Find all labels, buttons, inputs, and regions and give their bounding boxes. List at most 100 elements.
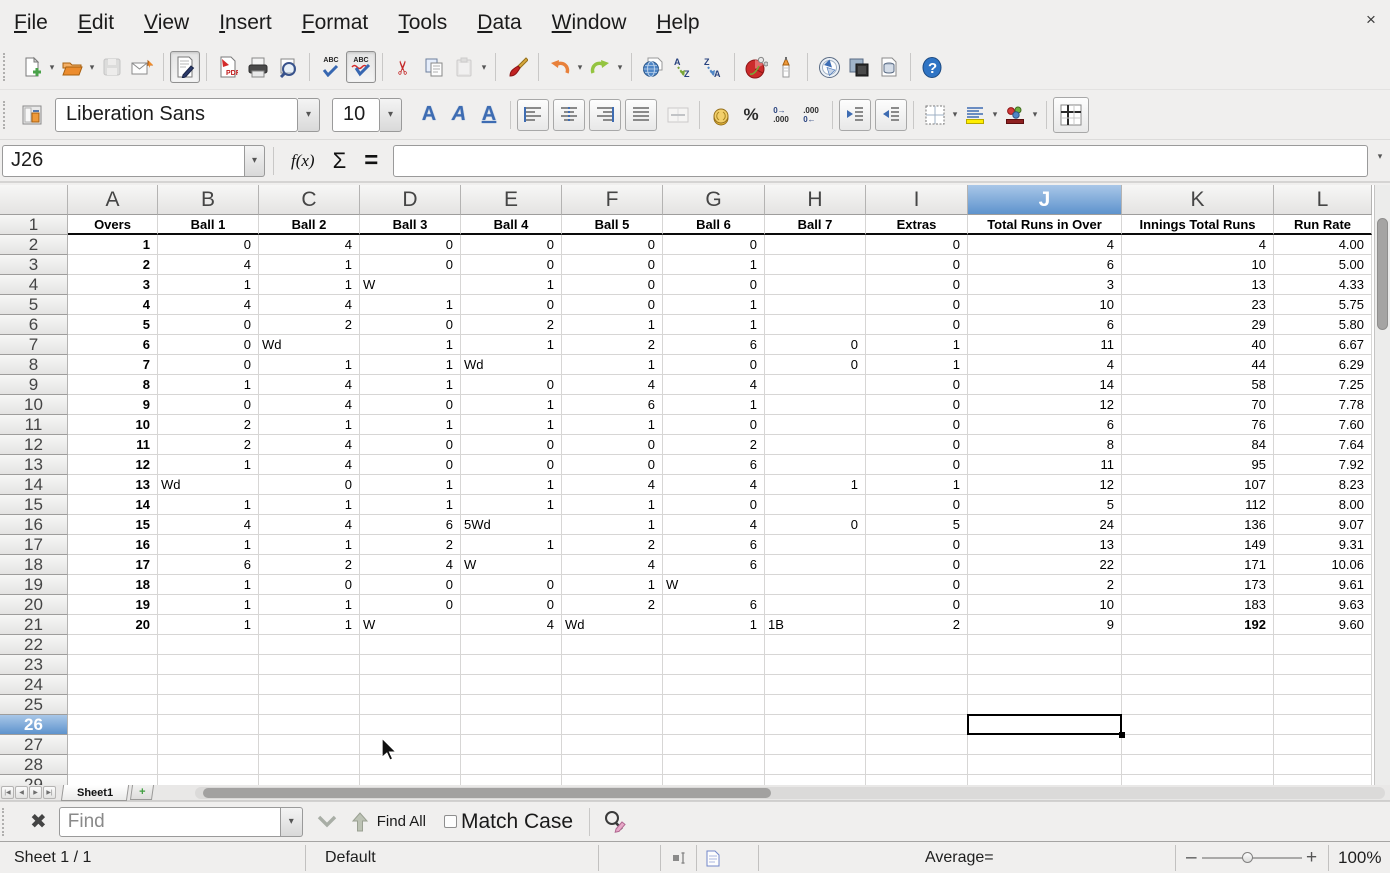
cell-D24[interactable] xyxy=(360,675,461,695)
freeze-panes-button[interactable] xyxy=(1053,97,1089,133)
cell-L1[interactable]: Run Rate xyxy=(1274,215,1372,235)
cell-H12[interactable] xyxy=(765,435,866,455)
cell-H20[interactable] xyxy=(765,595,866,615)
cell-B6[interactable]: 0 xyxy=(158,315,259,335)
borders-dropdown[interactable]: ▾ xyxy=(950,109,960,120)
cell-I4[interactable]: 0 xyxy=(866,275,968,295)
cell-H23[interactable] xyxy=(765,655,866,675)
cell-G13[interactable]: 6 xyxy=(663,455,765,475)
cell-A20[interactable]: 19 xyxy=(68,595,158,615)
menu-insert[interactable]: Insert xyxy=(219,11,288,35)
column-header-G[interactable]: G xyxy=(663,185,765,215)
cell-F7[interactable]: 2 xyxy=(562,335,663,355)
row-header-26[interactable]: 26 xyxy=(0,715,68,735)
cell-C14[interactable]: 0 xyxy=(259,475,360,495)
cell-L15[interactable]: 8.00 xyxy=(1274,495,1372,515)
cut-button[interactable]: ✂ xyxy=(389,51,419,83)
row-header-6[interactable]: 6 xyxy=(0,315,68,335)
cell-L28[interactable] xyxy=(1274,755,1372,775)
cell-H27[interactable] xyxy=(765,735,866,755)
justify-button[interactable] xyxy=(625,99,657,131)
cell-L11[interactable]: 7.60 xyxy=(1274,415,1372,435)
merge-cells-button[interactable] xyxy=(663,99,693,131)
cell-D7[interactable]: 1 xyxy=(360,335,461,355)
cell-A11[interactable]: 10 xyxy=(68,415,158,435)
cell-E3[interactable]: 0 xyxy=(461,255,562,275)
cell-H16[interactable]: 0 xyxy=(765,515,866,535)
cell-J4[interactable]: 3 xyxy=(968,275,1122,295)
cell-F12[interactable]: 0 xyxy=(562,435,663,455)
cell-I17[interactable]: 0 xyxy=(866,535,968,555)
cell-D25[interactable] xyxy=(360,695,461,715)
cell-B7[interactable]: 0 xyxy=(158,335,259,355)
find-all-button[interactable]: Find All xyxy=(377,813,426,830)
menu-view[interactable]: View xyxy=(144,11,205,35)
cell-J7[interactable]: 11 xyxy=(968,335,1122,355)
cell-I23[interactable] xyxy=(866,655,968,675)
cell-H26[interactable] xyxy=(765,715,866,735)
next-sheet-button[interactable]: ▶ xyxy=(29,786,42,799)
row-header-9[interactable]: 9 xyxy=(0,375,68,395)
cell-L3[interactable]: 5.00 xyxy=(1274,255,1372,275)
cell-I2[interactable]: 0 xyxy=(866,235,968,255)
selected-cell-outline[interactable] xyxy=(967,714,1122,735)
row-header-13[interactable]: 13 xyxy=(0,455,68,475)
background-color-dropdown[interactable]: ▾ xyxy=(990,109,1000,120)
column-header-A[interactable]: A xyxy=(68,185,158,215)
cell-K29[interactable] xyxy=(1122,775,1274,785)
cell-J3[interactable]: 6 xyxy=(968,255,1122,275)
row-header-12[interactable]: 12 xyxy=(0,435,68,455)
cell-L14[interactable]: 8.23 xyxy=(1274,475,1372,495)
row-header-3[interactable]: 3 xyxy=(0,255,68,275)
send-email-button[interactable] xyxy=(127,51,157,83)
cell-H29[interactable] xyxy=(765,775,866,785)
cell-A9[interactable]: 8 xyxy=(68,375,158,395)
cell-K3[interactable]: 10 xyxy=(1122,255,1274,275)
redo-dropdown[interactable]: ▾ xyxy=(615,62,625,73)
zoom-in-button[interactable]: + xyxy=(1306,842,1317,873)
clone-formatting-button[interactable] xyxy=(502,51,532,83)
open-dropdown[interactable]: ▾ xyxy=(87,62,97,73)
cell-D5[interactable]: 1 xyxy=(360,295,461,315)
cell-I6[interactable]: 0 xyxy=(866,315,968,335)
cell-K24[interactable] xyxy=(1122,675,1274,695)
hyperlink-button[interactable] xyxy=(638,51,668,83)
cell-I9[interactable]: 0 xyxy=(866,375,968,395)
cell-H28[interactable] xyxy=(765,755,866,775)
cell-I16[interactable]: 5 xyxy=(866,515,968,535)
cell-G27[interactable] xyxy=(663,735,765,755)
cell-B15[interactable]: 1 xyxy=(158,495,259,515)
cell-F21[interactable]: Wd xyxy=(562,615,663,635)
cell-A7[interactable]: 6 xyxy=(68,335,158,355)
font-color-button[interactable] xyxy=(1000,99,1030,131)
cell-A8[interactable]: 7 xyxy=(68,355,158,375)
cell-J28[interactable] xyxy=(968,755,1122,775)
cell-D16[interactable]: 6 xyxy=(360,515,461,535)
cell-I22[interactable] xyxy=(866,635,968,655)
cell-G9[interactable]: 4 xyxy=(663,375,765,395)
cell-H25[interactable] xyxy=(765,695,866,715)
row-header-24[interactable]: 24 xyxy=(0,675,68,695)
sort-descending-button[interactable]: ZA xyxy=(698,51,728,83)
cell-B14[interactable]: Wd xyxy=(158,475,259,495)
cell-E8[interactable]: Wd xyxy=(461,355,562,375)
selection-mode-icon[interactable] xyxy=(672,842,688,873)
cell-F2[interactable]: 0 xyxy=(562,235,663,255)
row-header-18[interactable]: 18 xyxy=(0,555,68,575)
document-modified-icon[interactable] xyxy=(706,842,720,873)
horizontal-scrollbar[interactable] xyxy=(195,787,1385,799)
cell-C29[interactable] xyxy=(259,775,360,785)
font-size-dropdown[interactable]: ▾ xyxy=(380,98,402,132)
cell-B10[interactable]: 0 xyxy=(158,395,259,415)
cell-D27[interactable] xyxy=(360,735,461,755)
cell-I25[interactable] xyxy=(866,695,968,715)
row-header-23[interactable]: 23 xyxy=(0,655,68,675)
cell-J6[interactable]: 6 xyxy=(968,315,1122,335)
column-header-I[interactable]: I xyxy=(866,185,968,215)
cell-I27[interactable] xyxy=(866,735,968,755)
row-header-1[interactable]: 1 xyxy=(0,215,68,235)
row-header-25[interactable]: 25 xyxy=(0,695,68,715)
cell-F20[interactable]: 2 xyxy=(562,595,663,615)
cell-J19[interactable]: 2 xyxy=(968,575,1122,595)
cell-L6[interactable]: 5.80 xyxy=(1274,315,1372,335)
